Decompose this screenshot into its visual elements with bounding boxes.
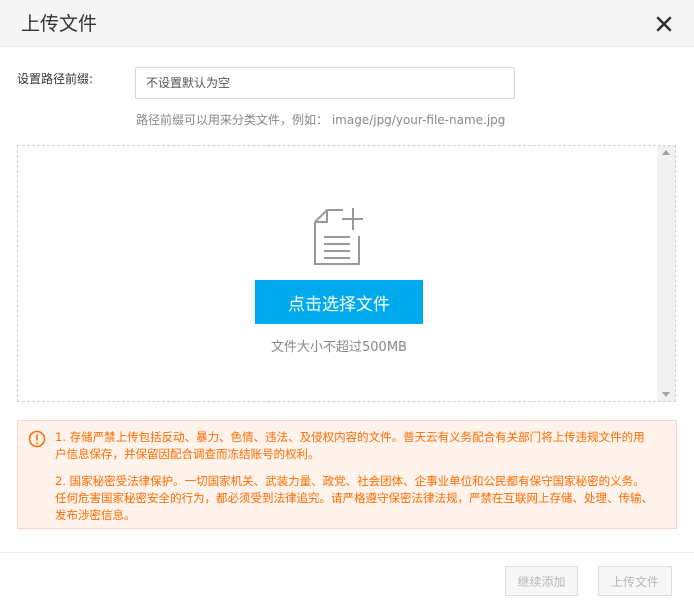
notice-box: 1. 存储严禁上传包括反动、暴力、色情、违法、及侵权内容的文件。普天云有义务配合…	[17, 420, 677, 529]
scroll-down-icon[interactable]	[662, 392, 670, 397]
upload-dialog: 上传文件 设置路径前缀: 路径前缀可以用来分类文件，例如： image/jpg/…	[0, 0, 694, 602]
scroll-up-icon[interactable]	[662, 150, 670, 155]
prefix-hint: 路径前缀可以用来分类文件，例如： image/jpg/your-file-nam…	[136, 113, 506, 127]
upload-file-button[interactable]: 上传文件	[598, 566, 672, 596]
footer-divider	[0, 552, 694, 553]
file-size-limit: 文件大小不超过500MB	[271, 340, 407, 355]
dialog-title: 上传文件	[21, 13, 98, 35]
notice-paragraph-2: 2. 国家秘密受法律保护。一切国家机关、武装力量、政党、社会团体、企事业单位和公…	[55, 474, 653, 522]
dialog-header: 上传文件	[0, 0, 694, 47]
prefix-label: 设置路径前缀:	[17, 72, 94, 86]
select-file-button[interactable]: 点击选择文件	[255, 280, 423, 324]
dropzone-scrollbar[interactable]	[657, 146, 675, 401]
notice-paragraph-1: 1. 存储严禁上传包括反动、暴力、色情、违法、及侵权内容的文件。普天云有义务配合…	[55, 430, 645, 461]
file-add-icon	[314, 208, 363, 265]
file-dropzone[interactable]	[17, 145, 676, 402]
warning-circle-icon	[28, 430, 46, 448]
continue-add-button[interactable]: 继续添加	[505, 566, 578, 596]
prefix-input[interactable]	[135, 67, 515, 99]
close-icon[interactable]	[653, 13, 675, 35]
